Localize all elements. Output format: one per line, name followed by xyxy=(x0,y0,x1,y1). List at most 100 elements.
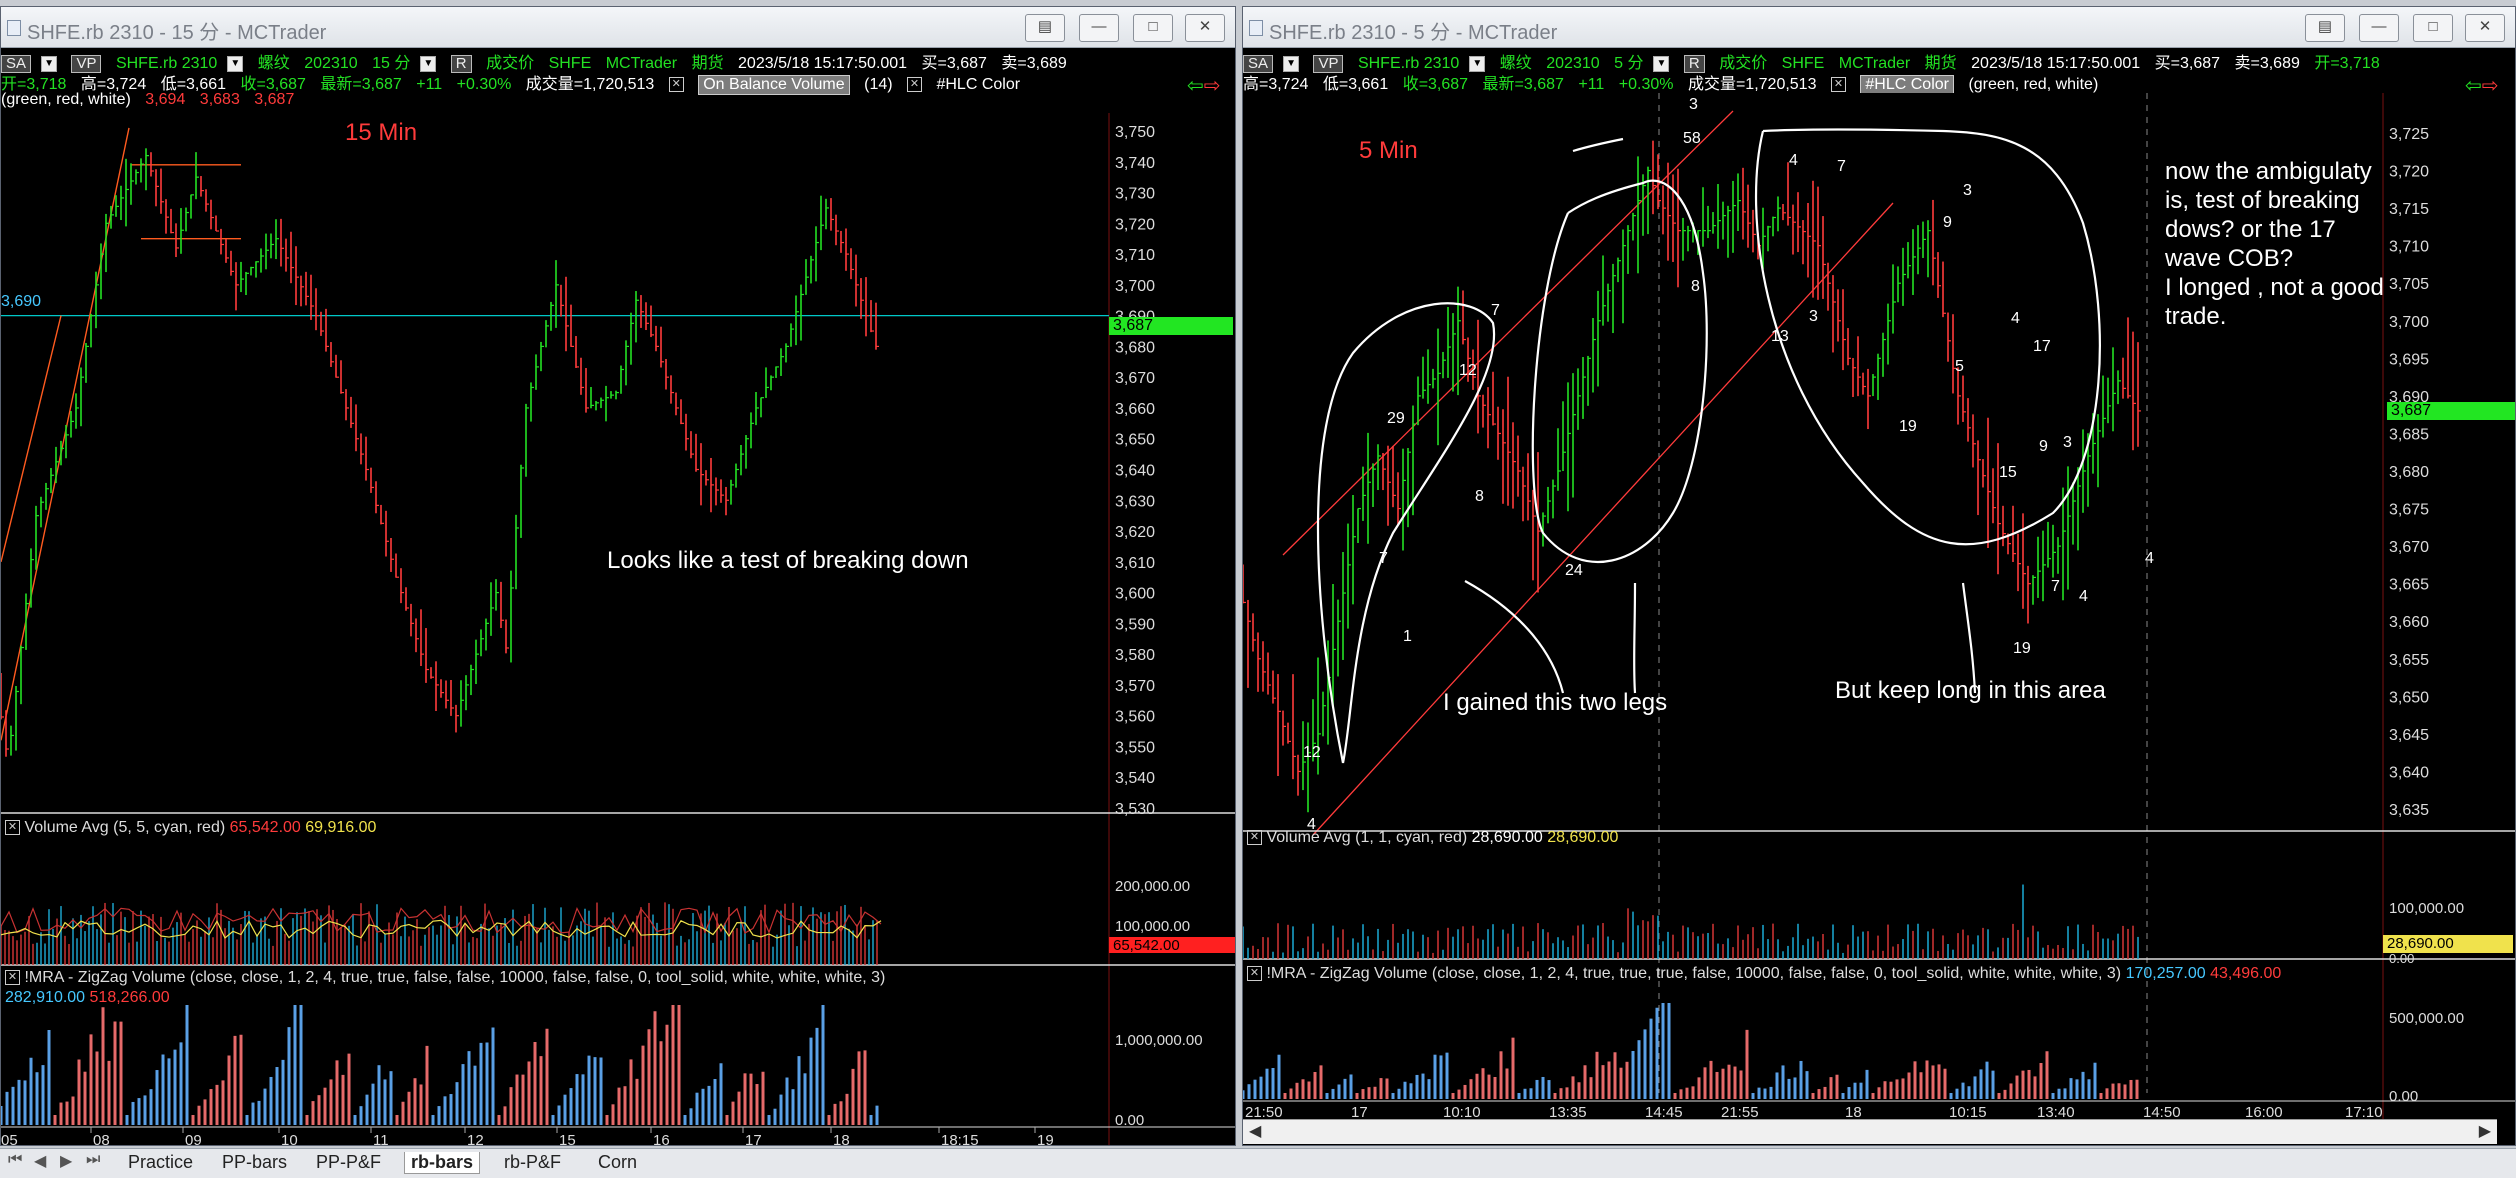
close-button[interactable]: ✕ xyxy=(2465,14,2505,42)
change-value: +11 xyxy=(1578,76,1605,93)
wave-count-label: 4 xyxy=(2011,310,2020,327)
price-axis-label: 3,635 xyxy=(2389,802,2429,819)
close-icon[interactable]: ✕ xyxy=(5,820,20,836)
zigzag-params: (close, close, 1, 2, 4, true, true, fals… xyxy=(189,969,886,986)
close-button[interactable]: ✕ xyxy=(1185,14,1225,42)
annotation-line: I longed , not a good xyxy=(2165,274,2384,301)
zigzag-title: !MRA - ZigZag Volume xyxy=(24,969,186,986)
volume-title: Volume Avg xyxy=(1266,829,1351,846)
price-axis-label: 3,620 xyxy=(1115,524,1155,541)
volume-panel-title: ✕ Volume Avg (1, 1, cyan, red) 28,690.00… xyxy=(1247,829,1618,847)
restore-icon[interactable]: ▤ xyxy=(2305,14,2345,42)
wave-count-label: 12 xyxy=(1303,744,1321,761)
wave-count-label: 4 xyxy=(1789,152,1798,169)
zigzag-title: !MRA - ZigZag Volume xyxy=(1266,965,1428,982)
tab-practice[interactable]: Practice xyxy=(122,1152,199,1173)
chart-background xyxy=(1,113,1235,1145)
zigzag-axis-label: 500,000.00 xyxy=(2389,1010,2464,1027)
zigzag-value-2: 518,266.00 xyxy=(89,989,170,1006)
restore-icon[interactable]: ▤ xyxy=(1025,14,1065,42)
scroll-left-icon[interactable]: ◀ xyxy=(1249,1121,1261,1141)
wave-count-label: 13 xyxy=(1771,328,1789,345)
first-tab-icon[interactable]: ⏮ xyxy=(8,1151,22,1169)
volume-value: 成交量=1,720,513 xyxy=(1687,76,1817,93)
wave-count-label: 7 xyxy=(1491,302,1500,319)
wave-count-label: 8 xyxy=(1475,488,1484,505)
maximize-button[interactable]: □ xyxy=(1133,14,1173,42)
tab-rb-bars[interactable]: rb-bars xyxy=(404,1152,481,1174)
chart-area-15min[interactable]: 3,750 3,740 3,730 3,720 3,710 3,700 3,690 3,680… xyxy=(1,113,1236,1146)
price-axis-label: 3,550 xyxy=(1115,739,1155,756)
app-icon xyxy=(1249,20,1263,36)
price-axis-label: 3,570 xyxy=(1115,678,1155,695)
minimize-button[interactable]: — xyxy=(1079,14,1119,42)
price-axis-label: 3,670 xyxy=(1115,370,1155,387)
close-icon[interactable]: ✕ xyxy=(1247,830,1262,846)
price-axis-label: 3,715 xyxy=(2389,201,2429,218)
price-axis-label: 3,725 xyxy=(2389,126,2429,143)
price-axis-label: 3,700 xyxy=(2389,314,2429,331)
next-tab-icon[interactable]: ▶ xyxy=(60,1151,72,1171)
close-icon[interactable]: ✕ xyxy=(1247,966,1262,982)
price-axis-label: 3,610 xyxy=(1115,555,1155,572)
chart-window-15min[interactable]: SHFE.rb 2310 - 15 分 - MCTrader ▤ — □ ✕ S… xyxy=(0,6,1236,1146)
wave-count-label: 17 xyxy=(2033,338,2051,355)
annotation-line: wave COB? xyxy=(2165,245,2294,272)
zigzag-axis-label: 0.00 xyxy=(2389,1088,2418,1105)
sync-arrows-icon[interactable]: ⇦⇨ xyxy=(1187,73,1221,98)
chart-window-5min[interactable]: SHFE.rb 2310 - 5 分 - MCTrader ▤ — □ ✕ SA… xyxy=(1242,6,2516,1146)
wave-count-label: 12 xyxy=(1459,362,1477,379)
tab-rb-pnf[interactable]: rb-P&F xyxy=(498,1152,567,1173)
price-axis-label: 3,730 xyxy=(1115,186,1155,203)
hlc-value-2: 3,683 xyxy=(199,91,240,108)
window-titlebar[interactable]: SHFE.rb 2310 - 5 分 - MCTrader ▤ — □ ✕ xyxy=(1243,7,2515,48)
volume-value-1: 65,542.00 xyxy=(229,819,301,836)
price-axis-label: 3,590 xyxy=(1115,616,1155,633)
hlc-value-1: 3,694 xyxy=(145,91,186,108)
tab-pp-pnf[interactable]: PP-P&F xyxy=(310,1152,387,1173)
volume-value-1: 28,690.00 xyxy=(1471,829,1543,846)
scroll-right-icon[interactable]: ▶ xyxy=(2479,1121,2491,1141)
horizontal-scrollbar[interactable]: ◀ ▶ xyxy=(1243,1119,2497,1144)
price-axis-label: 3,685 xyxy=(2389,426,2429,443)
volume-params: (5, 5, cyan, red) xyxy=(113,819,226,836)
time-axis-label: 18 xyxy=(833,1132,850,1146)
zigzag-panel-title: ✕ !MRA - ZigZag Volume (close, close, 1,… xyxy=(5,969,885,987)
close-icon[interactable]: ✕ xyxy=(5,970,20,986)
hlc-params: (green, red, white) xyxy=(1,91,131,108)
wave-count-label: 9 xyxy=(1943,214,1952,231)
wave-count-label: 3 xyxy=(1963,182,1972,199)
wave-count-label: 4 xyxy=(2145,550,2154,567)
price-axis-label: 3,630 xyxy=(1115,493,1155,510)
wave-count-label: 58 xyxy=(1683,130,1701,147)
tab-corn[interactable]: Corn xyxy=(592,1152,643,1173)
price-axis-label: 3,670 xyxy=(2389,539,2429,556)
price-axis-label: 3,750 xyxy=(1115,124,1155,141)
wave-count-label: 9 xyxy=(2039,438,2048,455)
wave-count-label: 3 xyxy=(1689,96,1698,113)
time-axis-label: 09 xyxy=(185,1132,202,1146)
hlc-info-bar: (green, red, white) 3,694 3,683 3,687 xyxy=(1,91,1235,109)
price-axis-label: 3,655 xyxy=(2389,652,2429,669)
maximize-button[interactable]: □ xyxy=(2413,14,2453,42)
minimize-button[interactable]: — xyxy=(2359,14,2399,42)
zigzag-axis-label: 1,000,000.00 xyxy=(1115,1032,1203,1049)
price-axis-label: 3,675 xyxy=(2389,502,2429,519)
prev-tab-icon[interactable]: ◀ xyxy=(34,1151,46,1171)
last-tab-icon[interactable]: ⏭ xyxy=(86,1151,100,1169)
ohlc-info-bar: 高=3,724 低=3,661 收=3,687 最新=3,687 +11 +0.… xyxy=(1243,70,2515,95)
tab-pp-bars[interactable]: PP-bars xyxy=(216,1152,293,1173)
wave-count-label: 3 xyxy=(2063,434,2072,451)
time-axis-label: 15 xyxy=(559,1132,576,1146)
zigzag-value-1: 282,910.00 xyxy=(5,989,86,1006)
last-value: 最新=3,687 xyxy=(1482,76,1564,93)
indicator-hlc[interactable]: #HLC Color xyxy=(1860,75,1954,95)
price-axis-label: 3,705 xyxy=(2389,276,2429,293)
close-icon[interactable]: ✕ xyxy=(1830,77,1846,93)
low-value: 低=3,661 xyxy=(1322,76,1389,93)
annotation-ambiguity: now the ambigulaty is, test of breaking … xyxy=(2165,157,2384,331)
volume-value-2: 28,690.00 xyxy=(1547,829,1619,846)
window-titlebar[interactable]: SHFE.rb 2310 - 15 分 - MCTrader ▤ — □ ✕ xyxy=(1,7,1235,48)
volume-panel-title: ✕ Volume Avg (5, 5, cyan, red) 65,542.00… xyxy=(5,819,376,837)
price-axis-label: 3,700 xyxy=(1115,278,1155,295)
